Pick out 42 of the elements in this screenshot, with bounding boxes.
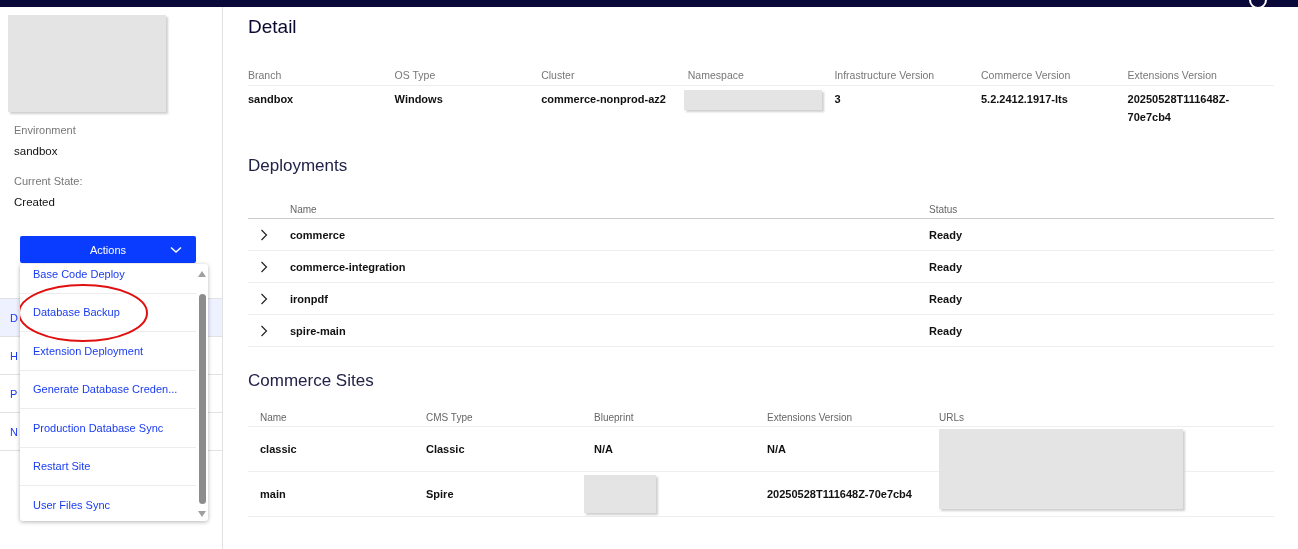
table-cell: Spire xyxy=(426,488,454,500)
column-header: Namespace xyxy=(687,69,835,86)
column-header: CMS Type xyxy=(426,411,474,423)
table-cell-text: commerce-integration xyxy=(290,260,407,273)
table-cell-text: Ready xyxy=(929,260,964,273)
table-cell-text: Ready xyxy=(929,292,964,305)
table-cell-text: spire-main xyxy=(290,324,347,337)
section-title: Deployments xyxy=(248,156,349,176)
table-cell-text: commerce-nonprod-az2 xyxy=(541,92,667,107)
section-title: Commerce Sites xyxy=(248,371,375,391)
table-cell-text: 20250528T111648Z-70e7cb4 xyxy=(1127,92,1231,125)
column-header: Name xyxy=(290,203,318,215)
page-title: Detail xyxy=(248,16,298,38)
column-header: Cluster xyxy=(541,69,688,86)
table-cell: 20250528T111648Z-70e7cb4 xyxy=(767,488,912,500)
table-cell-text: Ready xyxy=(929,228,964,241)
table-cell: classic xyxy=(260,443,297,455)
table-cell-text: ironpdf xyxy=(290,292,329,305)
field-label: Current State: xyxy=(14,175,84,187)
column-header: Commerce Version xyxy=(980,69,1128,86)
table-cell-text: 3 xyxy=(834,92,842,107)
field-label: Environment xyxy=(14,124,77,136)
column-header: Extensions Version xyxy=(1127,69,1275,86)
column-header: Branch xyxy=(248,69,395,86)
column-header: URLs xyxy=(939,411,965,423)
table-cell-text: Ready xyxy=(929,324,964,337)
column-header: Name xyxy=(260,411,288,423)
table-cell-text: 5.2.2412.1917-lts xyxy=(980,92,1069,107)
field-value: sandbox xyxy=(14,145,59,157)
table-cell-text: sandbox xyxy=(248,92,295,107)
table-cell-text: Windows xyxy=(394,92,444,107)
field-value: Created xyxy=(14,196,56,208)
table-cell: Classic xyxy=(426,443,465,455)
column-header: Status xyxy=(929,203,959,215)
column-header: Infrastructure Version xyxy=(834,69,981,86)
table-cell: N/A xyxy=(594,443,613,455)
table-cell: main xyxy=(260,488,286,500)
column-header: OS Type xyxy=(394,69,542,86)
column-header: Blueprint xyxy=(594,411,635,423)
table-cell: N/A xyxy=(767,443,786,455)
column-header: Extensions Version xyxy=(767,411,854,423)
table-cell-text: commerce xyxy=(290,228,347,241)
